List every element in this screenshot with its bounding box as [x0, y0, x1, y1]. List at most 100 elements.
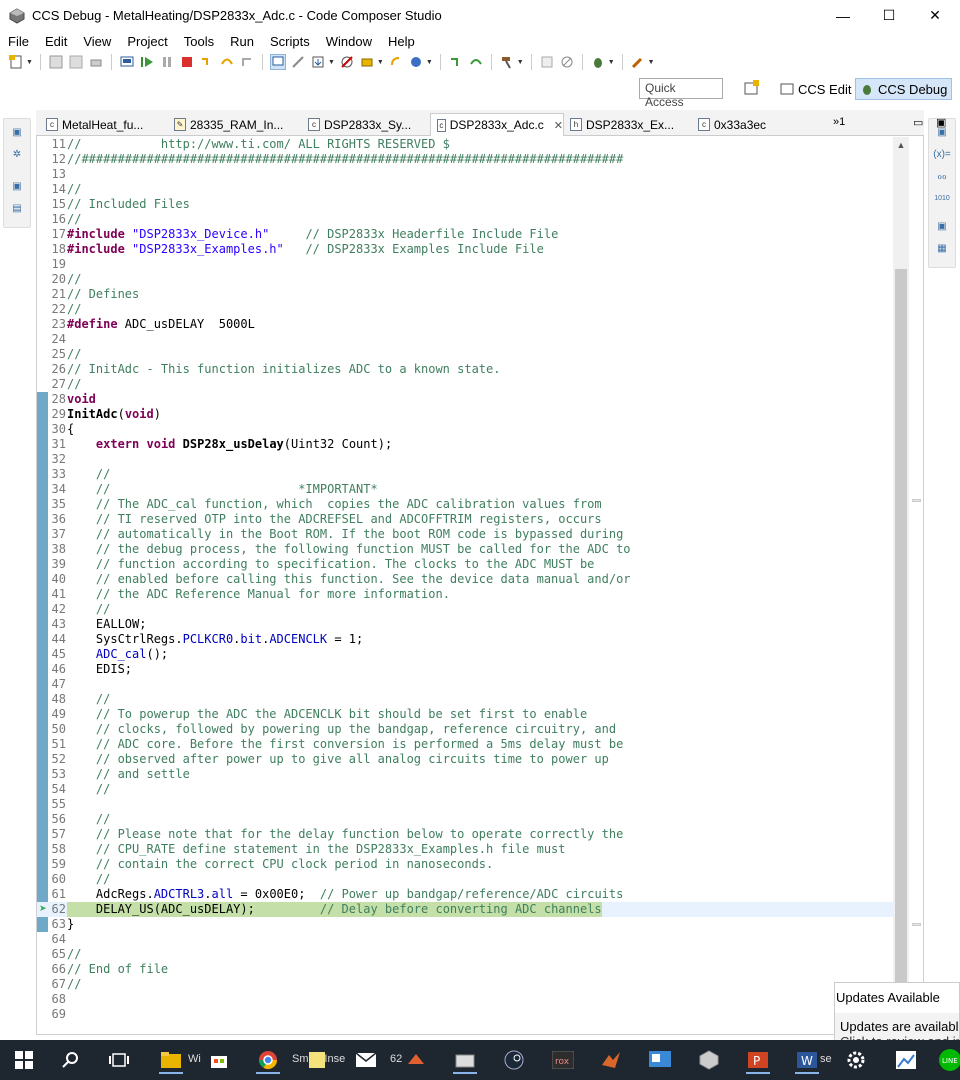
word-icon[interactable]: W	[793, 1046, 821, 1074]
tab-metalheat[interactable]: c MetalHeat_fu...	[40, 113, 168, 136]
connect-icon[interactable]	[290, 54, 306, 70]
code-line[interactable]: 54 //	[37, 782, 893, 797]
code-text[interactable]: ADC_cal();	[67, 647, 168, 662]
code-line[interactable]: 66// End of file	[37, 962, 893, 977]
debug-bug-icon[interactable]	[590, 54, 606, 70]
file-explorer-icon[interactable]	[157, 1046, 185, 1074]
code-line[interactable]: 24	[37, 332, 893, 347]
code-line[interactable]: 63}	[37, 917, 893, 932]
code-text[interactable]: //	[67, 602, 110, 617]
open-perspective-icon[interactable]	[744, 80, 762, 98]
code-text[interactable]: EALLOW;	[67, 617, 147, 632]
registers-icon[interactable]: 1010	[932, 189, 952, 207]
print-icon[interactable]	[88, 54, 104, 70]
steam-icon[interactable]	[500, 1046, 528, 1074]
code-text[interactable]: //######################################…	[67, 152, 623, 167]
code-line[interactable]: 48 //	[37, 692, 893, 707]
virtualbox-icon[interactable]	[695, 1046, 723, 1074]
chrome-icon[interactable]	[254, 1046, 282, 1074]
tab-0x33a3ec[interactable]: c 0x33a3ec	[692, 113, 812, 136]
code-text[interactable]: //	[67, 692, 110, 707]
menu-tools[interactable]: Tools	[176, 34, 222, 49]
menu-view[interactable]: View	[75, 34, 119, 49]
xilinx-icon[interactable]: rox	[549, 1046, 577, 1074]
maximize-button[interactable]: ☐	[866, 0, 912, 31]
code-line[interactable]: 57 // Please note that for the delay fun…	[37, 827, 893, 842]
external-tools-icon[interactable]	[630, 54, 646, 70]
code-text[interactable]: // The ADC_cal function, which copies th…	[67, 497, 602, 512]
minimize-editor-icon[interactable]: ▭	[913, 116, 923, 129]
code-text[interactable]: #include "DSP2833x_Device.h" // DSP2833x…	[67, 227, 558, 242]
build-hammer-icon[interactable]	[499, 54, 515, 70]
code-line[interactable]: 32	[37, 452, 893, 467]
ruler-mark[interactable]	[912, 923, 921, 926]
menu-scripts[interactable]: Scripts	[262, 34, 318, 49]
code-editor[interactable]: 11// http://www.ti.com/ ALL RIGHTS RESER…	[37, 137, 893, 1027]
minimize-button[interactable]: —	[820, 0, 866, 31]
restore-icon[interactable]: ▣	[7, 177, 27, 195]
memory-browser-icon[interactable]: ▦	[932, 239, 952, 257]
editor-vertical-scrollbar[interactable]: ▲	[893, 137, 909, 1027]
mail-icon[interactable]	[352, 1046, 380, 1074]
new-file-icon[interactable]	[8, 54, 24, 70]
code-line[interactable]: 35 // The ADC_cal function, which copies…	[37, 497, 893, 512]
code-line[interactable]: 34 // *IMPORTANT*	[37, 482, 893, 497]
resume-icon[interactable]	[139, 54, 155, 70]
code-line[interactable]: 18 #include "DSP2833x_Examples.h" // DSP2…	[37, 242, 893, 257]
target-icon[interactable]	[408, 54, 424, 70]
close-button[interactable]: ✕	[912, 0, 958, 31]
task-view-icon[interactable]	[105, 1046, 133, 1074]
code-text[interactable]: void	[67, 392, 96, 407]
toggle-mark-icon[interactable]	[539, 54, 555, 70]
powerpoint-icon[interactable]: P	[744, 1046, 772, 1074]
code-line[interactable]: 58 // CPU_RATE define statement in the D…	[37, 842, 893, 857]
code-text[interactable]: // End of file	[67, 962, 168, 977]
tab-28335-ram[interactable]: ✎ 28335_RAM_In...	[168, 113, 302, 136]
menu-window[interactable]: Window	[318, 34, 380, 49]
code-text[interactable]: // function according to specification. …	[67, 557, 595, 572]
step-return-icon[interactable]	[239, 54, 255, 70]
code-text[interactable]: // Included Files	[67, 197, 190, 212]
code-text[interactable]: //	[67, 947, 81, 962]
download-manager-icon[interactable]	[451, 1046, 479, 1074]
overview-ruler[interactable]	[910, 137, 922, 1027]
code-line[interactable]: 14//	[37, 182, 893, 197]
code-line[interactable]: 20//	[37, 272, 893, 287]
code-line[interactable]: 17 #include "DSP2833x_Device.h" // DSP283…	[37, 227, 893, 242]
code-line[interactable]: 41 // the ADC Reference Manual for more …	[37, 587, 893, 602]
code-line[interactable]: 19	[37, 257, 893, 272]
current-code-line[interactable]: 62 DELAY_US(ADC_usDELAY); // Delay befor…	[37, 902, 893, 917]
load-program-icon[interactable]	[310, 54, 326, 70]
quick-access-field[interactable]: Quick Access	[639, 78, 723, 109]
assembly-step-over-icon[interactable]	[468, 54, 484, 70]
tab-dsp2833x-sysctrl[interactable]: c DSP2833x_Sy...	[302, 113, 430, 136]
sticky-notes-icon[interactable]	[303, 1046, 331, 1074]
new-dropdown-icon[interactable]: ▼	[26, 59, 33, 66]
code-text[interactable]: // and settle	[67, 767, 190, 782]
code-line[interactable]: 67//	[37, 977, 893, 992]
code-text[interactable]: //	[67, 377, 81, 392]
menu-file[interactable]: File	[0, 34, 37, 49]
instruction-stepping-icon[interactable]	[269, 54, 286, 70]
code-text[interactable]: EDIS;	[67, 662, 132, 677]
save-icon[interactable]	[48, 54, 64, 70]
maximize-editor-icon[interactable]: ▣	[936, 116, 946, 129]
menu-project[interactable]: Project	[119, 34, 175, 49]
restart-dropdown-icon[interactable]: ▼	[377, 59, 384, 66]
code-text[interactable]: // InitAdc - This function initializes A…	[67, 362, 500, 377]
assembly-step-into-icon[interactable]	[448, 54, 464, 70]
code-text[interactable]: // automatically in the Boot ROM. If the…	[67, 527, 623, 542]
code-line[interactable]: 47	[37, 677, 893, 692]
code-line[interactable]: 25//	[37, 347, 893, 362]
scrollbar-thumb[interactable]	[895, 269, 907, 985]
code-text[interactable]: // Please note that for the delay functi…	[67, 827, 623, 842]
terminate-icon[interactable]	[179, 54, 195, 70]
code-line[interactable]: 69	[37, 1007, 893, 1022]
code-line[interactable]: 38 // the debug process, the following f…	[37, 542, 893, 557]
tab-overflow-button[interactable]: »1	[833, 116, 845, 128]
console-icon[interactable]: ▤	[7, 199, 27, 217]
code-line[interactable]: 55	[37, 797, 893, 812]
code-line[interactable]: 46 EDIS;	[37, 662, 893, 677]
code-text[interactable]: // http://www.ti.com/ ALL RIGHTS RESERVE…	[67, 137, 450, 152]
line-app-icon[interactable]: LINE	[936, 1046, 960, 1074]
